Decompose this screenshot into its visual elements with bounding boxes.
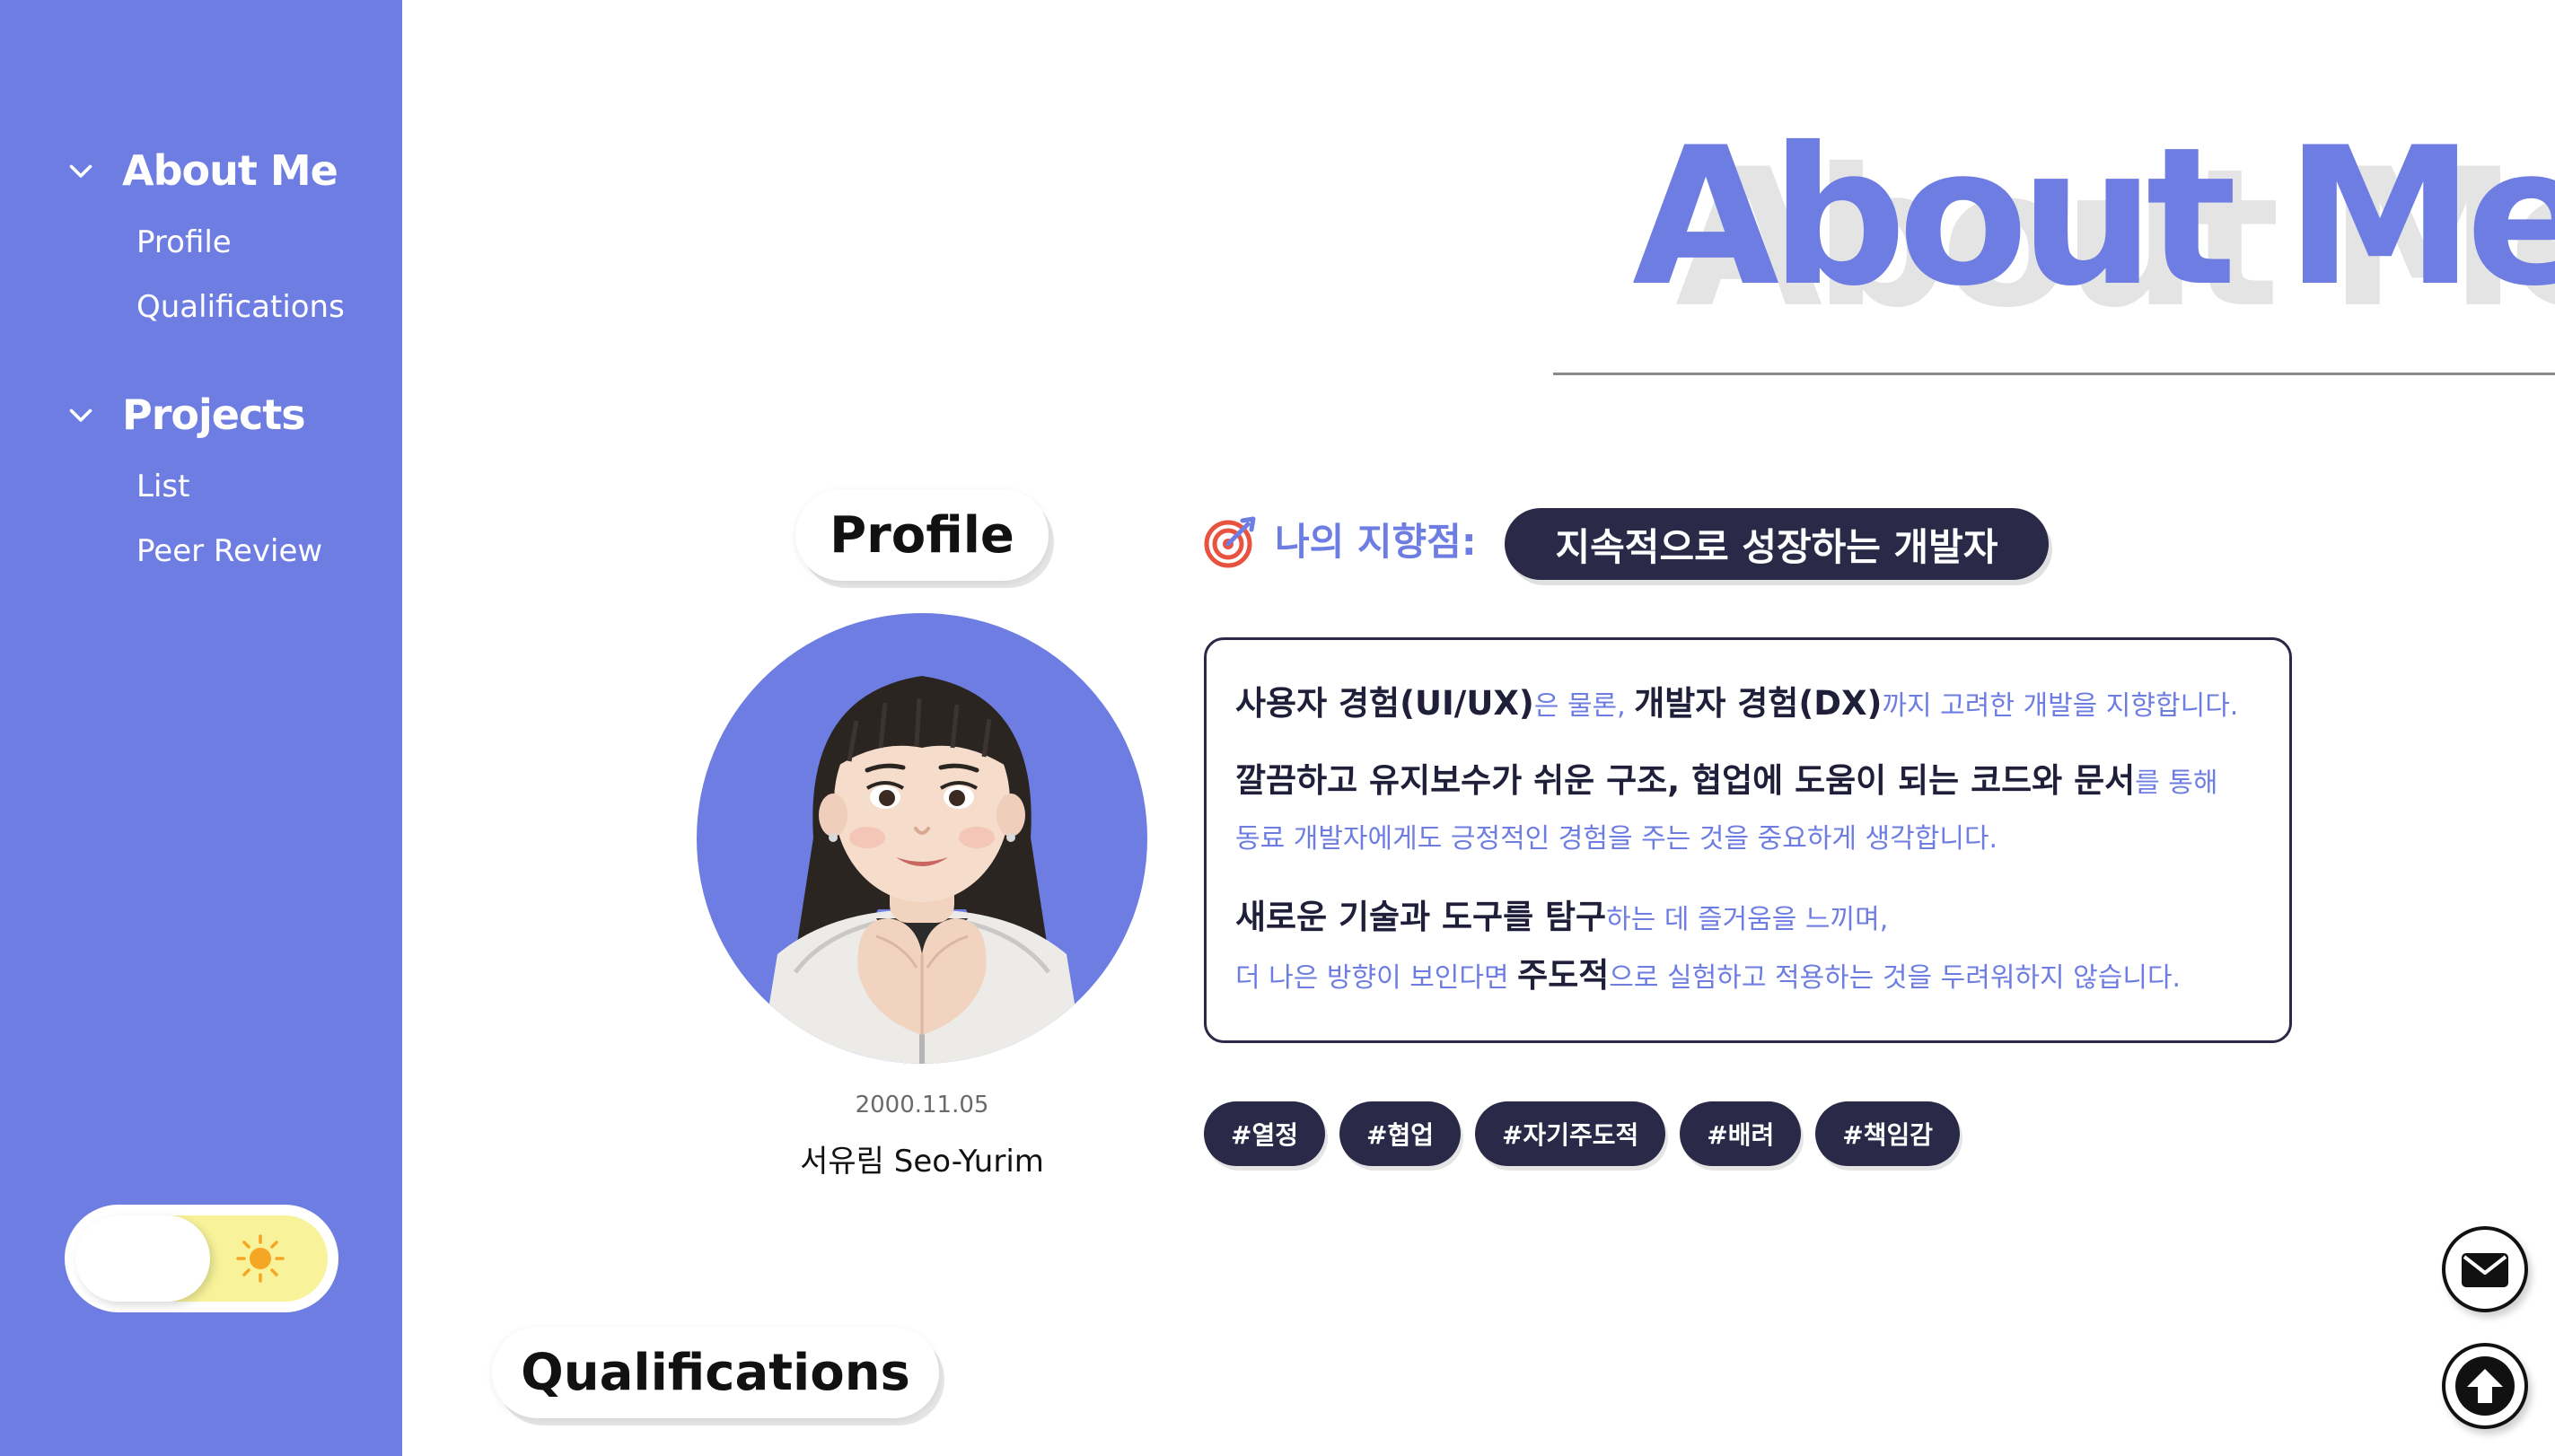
sun-icon (236, 1234, 285, 1283)
mail-icon (2462, 1253, 2508, 1287)
birthdate: 2000.11.05 (855, 1092, 989, 1118)
nav-group-projects: Projects List Peer Review (65, 388, 322, 583)
sidebar-item-list[interactable]: List (136, 454, 322, 519)
tag-self-directed: #자기주도적 (1474, 1101, 1666, 1166)
nav-group-projects-toggle[interactable]: Projects (65, 388, 322, 442)
nav-group-about-me: About Me Profile Qualifications (65, 144, 345, 339)
intro-highlight: 사용자 경험(UI/UX) (1235, 684, 1534, 723)
intro-description-box: 사용자 경험(UI/UX)은 물론, 개발자 경험(DX)까지 고려한 개발을 … (1204, 637, 2292, 1043)
intro-text: 으로 실험하고 적용하는 것을 두려워하지 않습니다. (1609, 962, 2182, 994)
theme-toggle-knob[interactable] (75, 1215, 210, 1302)
section-label-profile: Profile (795, 489, 1049, 581)
intro-highlight: 주도적 (1517, 956, 1610, 995)
intro-text: 하는 데 즐거움을 느끼며, (1606, 904, 1889, 935)
tag-consideration: #배려 (1680, 1101, 1802, 1166)
nav-group-title: Projects (122, 390, 306, 439)
header-divider (1553, 373, 2555, 375)
tag-responsibility: #책임감 (1815, 1101, 1960, 1166)
keyword-tags: #열정 #협업 #자기주도적 #배려 #책임감 (1204, 1101, 1960, 1166)
section-label-qualifications: Qualifications (492, 1327, 939, 1418)
tag-collaboration: #협업 (1339, 1101, 1461, 1166)
intro-text: 까지 고려한 개발을 지향합니다. (1882, 690, 2239, 722)
nav-group-title: About Me (122, 146, 338, 195)
arrow-up-icon (2455, 1356, 2515, 1416)
chevron-down-icon (69, 164, 92, 178)
theme-toggle[interactable] (65, 1205, 338, 1312)
intro-highlight: 새로운 기술과 도구를 탐구 (1235, 898, 1607, 936)
intro-line: 더 나은 방향이 보인다면 주도적으로 실험하고 적용하는 것을 두려워하지 않… (1235, 947, 2289, 1004)
intro-text: 를 통해 (2135, 767, 2218, 799)
intro-text: 더 나은 방향이 보인다면 (1235, 962, 1518, 994)
scroll-top-button[interactable] (2442, 1343, 2528, 1429)
profile-name: 서유림 Seo-Yurim (800, 1144, 1044, 1180)
intro-line: 동료 개발자에게도 긍정적인 경험을 주는 것을 중요하게 생각합니다. (1235, 811, 2289, 868)
intro-highlight: 개발자 경험(DX) (1634, 684, 1883, 723)
intro-text: 은 물론, (1533, 690, 1635, 722)
memoji-avatar-icon (759, 676, 1084, 1064)
chevron-down-icon (69, 408, 92, 422)
intro-line: 깔끔하고 유지보수가 쉬운 구조, 협업에 도움이 되는 코드와 문서를 통해 (1235, 751, 2289, 811)
sidebar-item-profile[interactable]: Profile (136, 210, 345, 275)
theme-toggle-track (75, 1215, 328, 1302)
goal-value-badge: 지속적으로 성장하는 개발자 (1505, 508, 2049, 580)
intro-highlight: 깔끔하고 유지보수가 쉬운 구조, 협업에 도움이 되는 코드와 문서 (1235, 761, 2136, 800)
intro-text: 동료 개발자에게도 긍정적인 경험을 주는 것을 중요하게 생각합니다. (1235, 823, 1998, 855)
avatar (697, 613, 1147, 1064)
nav-group-about-me-toggle[interactable]: About Me (65, 144, 345, 197)
sidebar-item-peer-review[interactable]: Peer Review (136, 519, 322, 583)
target-icon (1204, 516, 1256, 568)
intro-line: 사용자 경험(UI/UX)은 물론, 개발자 경험(DX)까지 고려한 개발을 … (1235, 674, 2289, 733)
page-title: About Me (1632, 106, 2555, 328)
mail-button[interactable] (2442, 1226, 2528, 1312)
sidebar-item-qualifications[interactable]: Qualifications (136, 275, 345, 339)
goal-label: 나의 지향점: (1275, 520, 1477, 564)
sidebar: About Me Profile Qualifications Projects… (0, 0, 402, 1456)
intro-line: 새로운 기술과 도구를 탐구하는 데 즐거움을 느끼며, (1235, 888, 2289, 947)
tag-passion: #열정 (1204, 1101, 1325, 1166)
